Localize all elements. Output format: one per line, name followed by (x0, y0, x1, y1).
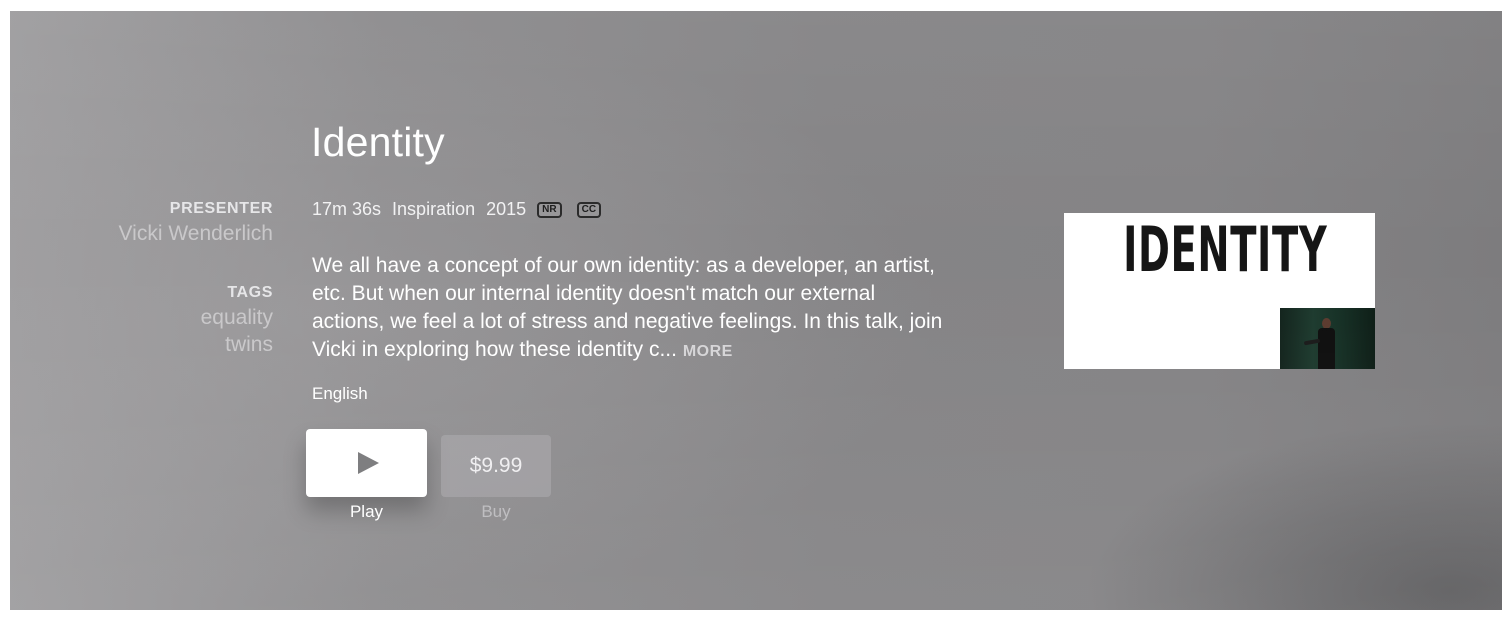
speaker-video-inset (1280, 308, 1375, 369)
category: Inspiration (392, 199, 476, 219)
buy-button-label: Buy (481, 502, 511, 521)
duration: 17m 36s (312, 199, 382, 219)
speaker-body (1318, 328, 1335, 369)
tag-item[interactable]: twins (201, 331, 273, 358)
thumbnail-title: IDENTITY (1123, 213, 1328, 286)
detail-screen: Identity PRESENTER Vicki Wenderlich TAGS… (10, 11, 1502, 610)
description[interactable]: We all have a concept of our own identit… (312, 252, 952, 366)
year: 2015 (486, 199, 527, 219)
presenter-name[interactable]: Vicki Wenderlich (119, 220, 273, 247)
description-text: We all have a concept of our own identit… (312, 254, 943, 361)
play-button-label: Play (349, 502, 384, 521)
cc-badge: CC (576, 201, 602, 218)
presenter-label: PRESENTER (169, 200, 273, 217)
language-label: English (312, 384, 368, 403)
play-button[interactable] (306, 429, 427, 497)
play-icon (357, 452, 379, 474)
presenter-section: PRESENTER Vicki Wenderlich (119, 200, 273, 247)
tag-item[interactable]: equality (201, 304, 273, 331)
video-thumbnail: IDENTITY (1064, 213, 1375, 369)
tags-section: TAGS equality twins (201, 284, 273, 358)
page-title: Identity (311, 119, 445, 165)
metadata-row: 17m 36s Inspiration 2015 NR CC (312, 199, 616, 220)
buy-button[interactable]: $9.99 (441, 435, 551, 497)
more-link[interactable]: MORE (683, 343, 733, 360)
rating-badge: NR (537, 201, 562, 218)
tags-label: TAGS (227, 284, 273, 301)
